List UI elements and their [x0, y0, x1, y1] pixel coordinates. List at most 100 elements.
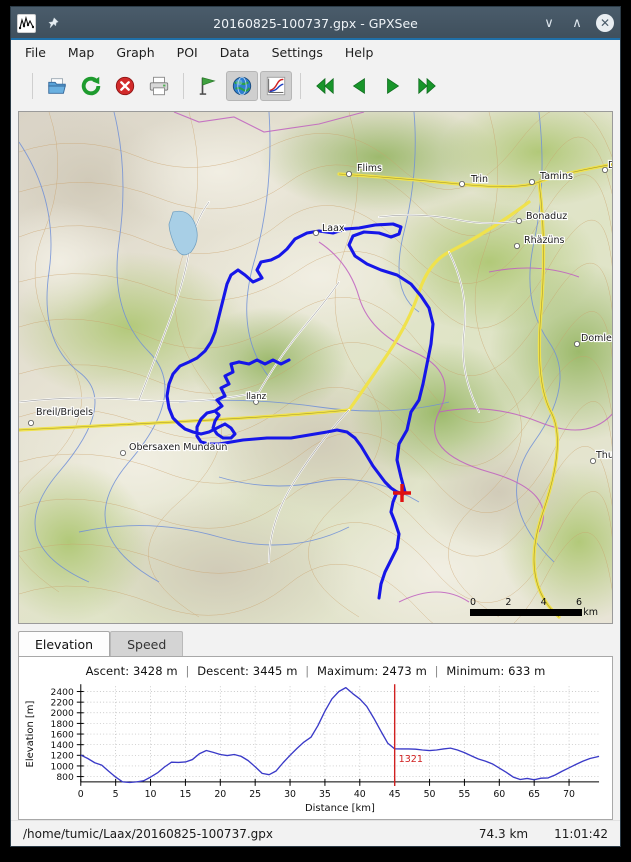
- x-tick-label: 70: [563, 789, 575, 800]
- menu-graph[interactable]: Graph: [116, 45, 154, 60]
- show-poi-button[interactable]: [192, 71, 224, 101]
- play-forward-icon: [387, 77, 400, 95]
- svg-text:Domlesch: Domlesch: [581, 333, 612, 344]
- svg-text:Thusis: Thusis: [595, 450, 612, 461]
- first-file-button[interactable]: [309, 71, 341, 101]
- svg-text:Bonaduz: Bonaduz: [526, 211, 567, 222]
- skip-forward-icon: [418, 77, 436, 95]
- y-axis-label: Elevation [m]: [25, 701, 36, 768]
- descent-value: 3445 m: [252, 664, 298, 678]
- folder-open-icon: [48, 78, 66, 94]
- flag-icon: [199, 77, 216, 95]
- minimum-value: 633 m: [508, 664, 546, 678]
- menu-help[interactable]: Help: [345, 45, 374, 60]
- maximize-button[interactable]: ∧: [568, 14, 586, 32]
- y-tick-label: 800: [56, 772, 74, 783]
- x-tick-label: 0: [78, 789, 84, 800]
- toolbar-separator: [300, 73, 301, 99]
- menu-poi[interactable]: POI: [177, 45, 198, 60]
- ascent-value: 3428 m: [132, 664, 178, 678]
- title-bar: 20160825-100737.gpx - GPXSee ∨ ∧ ✕: [11, 7, 620, 40]
- tab-elevation[interactable]: Elevation: [18, 631, 111, 656]
- svg-text:Trin: Trin: [470, 174, 488, 185]
- graph-icon: [266, 76, 286, 96]
- x-tick-label: 55: [458, 789, 470, 800]
- next-file-button[interactable]: [377, 71, 409, 101]
- svg-text:Rhäzüns: Rhäzüns: [524, 235, 564, 246]
- graph-tab-bar: Elevation Speed: [18, 631, 613, 656]
- svg-text:Flims: Flims: [357, 163, 382, 174]
- show-graphs-button[interactable]: [260, 71, 292, 101]
- y-tick-label: 2200: [51, 698, 74, 709]
- play-backward-icon: [352, 77, 365, 95]
- close-button[interactable]: ✕: [596, 14, 614, 32]
- x-tick-label: 15: [179, 789, 191, 800]
- application-window: 20160825-100737.gpx - GPXSee ∨ ∧ ✕ File …: [10, 6, 621, 847]
- y-tick-label: 1800: [51, 719, 74, 730]
- stat-separator: |: [305, 664, 310, 678]
- map-scale-bar: 0 2 4 6 km: [470, 597, 598, 618]
- svg-text:Tamins: Tamins: [539, 171, 573, 182]
- status-file-path: /home/tumic/Laax/20160825-100737.gpx: [23, 826, 273, 841]
- print-button[interactable]: [143, 71, 175, 101]
- y-tick-label: 2000: [51, 708, 74, 719]
- x-tick-label: 30: [284, 789, 296, 800]
- pin-icon[interactable]: [44, 15, 60, 31]
- ascent-label: Ascent:: [85, 664, 130, 678]
- show-map-button[interactable]: [226, 71, 258, 101]
- y-tick-label: 2400: [51, 687, 74, 698]
- scale-tick-3: 6: [575, 597, 582, 608]
- skip-backward-icon: [316, 77, 334, 95]
- elevation-graph-panel[interactable]: Ascent: 3428 m | Descent: 3445 m | Maxim…: [18, 656, 613, 820]
- tab-speed[interactable]: Speed: [110, 631, 184, 656]
- x-tick-label: 25: [249, 789, 261, 800]
- svg-text:Obersaxen Mundaun: Obersaxen Mundaun: [129, 442, 227, 453]
- x-tick-label: 35: [319, 789, 331, 800]
- toolbar-separator: [32, 73, 33, 99]
- menu-bar: File Map Graph POI Data Settings Help: [11, 39, 620, 66]
- stat-separator: |: [434, 664, 439, 678]
- reload-icon: [81, 76, 101, 96]
- elevation-chart[interactable]: 80010001200140016001800200022002400 0 5 10 1…: [19, 678, 612, 818]
- graph-statistics: Ascent: 3428 m | Descent: 3445 m | Maxim…: [19, 657, 612, 678]
- minimize-button[interactable]: ∨: [540, 14, 558, 32]
- open-file-button[interactable]: [41, 71, 73, 101]
- maximum-label: Maximum:: [317, 664, 379, 678]
- scale-tick-2: 4: [540, 597, 547, 608]
- reload-button[interactable]: [75, 71, 107, 101]
- stat-separator: |: [185, 664, 190, 678]
- x-tick-label: 5: [113, 789, 119, 800]
- tool-bar: [11, 66, 620, 106]
- y-tick-label: 1000: [51, 761, 74, 772]
- graph-cursor-value: 1321: [399, 754, 423, 765]
- status-distance: 74.3 km: [478, 826, 529, 841]
- maximum-value: 2473 m: [382, 664, 427, 678]
- scale-tick-0: 0: [470, 597, 477, 608]
- status-time: 11:01:42: [554, 826, 608, 841]
- map-view[interactable]: Flims Trin Tamins Doma Bonaduz Rhäzüns L…: [18, 111, 613, 624]
- x-tick-label: 45: [389, 789, 401, 800]
- previous-file-button[interactable]: [343, 71, 375, 101]
- svg-text:Doma: Doma: [608, 160, 612, 171]
- menu-map[interactable]: Map: [68, 45, 94, 60]
- x-tick-label: 40: [354, 789, 366, 800]
- minimum-label: Minimum:: [446, 664, 505, 678]
- y-tick-label: 1400: [51, 740, 74, 751]
- menu-settings[interactable]: Settings: [272, 45, 323, 60]
- scale-bar-line: [470, 609, 582, 616]
- menu-file[interactable]: File: [25, 45, 46, 60]
- close-file-button[interactable]: [109, 71, 141, 101]
- y-tick-label: 1600: [51, 729, 74, 740]
- scale-tick-1: 2: [505, 597, 512, 608]
- menu-data[interactable]: Data: [220, 45, 250, 60]
- last-file-button[interactable]: [411, 71, 443, 101]
- map-canvas[interactable]: Flims Trin Tamins Doma Bonaduz Rhäzüns L…: [19, 112, 612, 623]
- status-bar: /home/tumic/Laax/20160825-100737.gpx 74.…: [11, 820, 620, 846]
- scale-unit-label: km: [583, 607, 598, 618]
- svg-text:Breil/Brigels: Breil/Brigels: [36, 407, 93, 418]
- app-icon: [17, 13, 36, 33]
- x-tick-label: 65: [528, 789, 540, 800]
- printer-icon: [149, 76, 169, 96]
- x-tick-label: 50: [424, 789, 436, 800]
- descent-label: Descent:: [197, 664, 250, 678]
